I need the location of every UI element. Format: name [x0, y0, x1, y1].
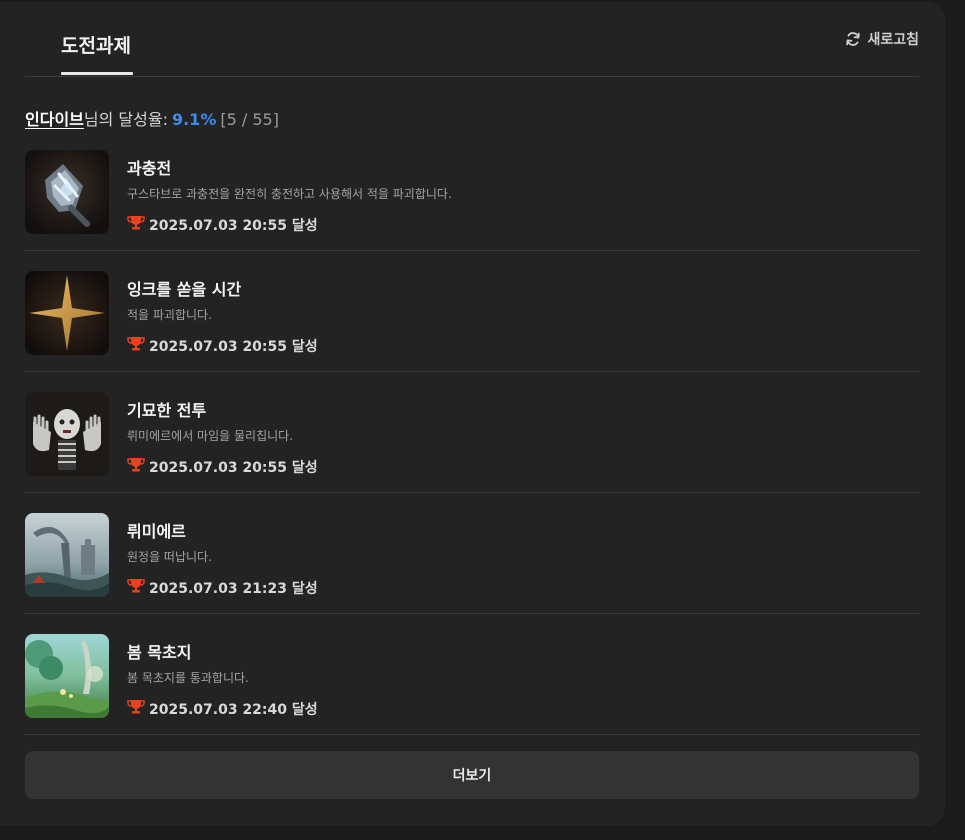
achievement-summary: 인다이브 님의 달성율: 9.1% [5 / 55] — [25, 106, 279, 130]
tab-achievements[interactable]: 도전과제 — [61, 31, 131, 58]
achievement-item: 잉크를 쏟을 시간 적을 파괴합니다. 2025.07.03 20:55 달성 — [25, 251, 919, 372]
trophy-icon — [127, 336, 145, 356]
achievement-date: 2025.07.03 22:40 달성 — [127, 699, 318, 719]
achievement-date: 2025.07.03 21:23 달성 — [127, 578, 318, 598]
refresh-icon — [845, 31, 861, 47]
achievement-title: 봄 목초지 — [127, 643, 192, 662]
achievement-date-label: 2025.07.03 22:40 달성 — [149, 702, 318, 718]
refresh-button[interactable]: 새로고침 — [845, 29, 919, 49]
summary-label: 님의 달성율: — [83, 110, 168, 129]
achievement-description: 봄 목초지를 통과합니다. — [127, 671, 249, 685]
achievement-title: 잉크를 쏟을 시간 — [127, 280, 242, 299]
achievement-item: 봄 목초지 봄 목초지를 통과합니다. 2025.07.03 22:40 달성 — [25, 614, 919, 735]
achievement-description: 뤼미에르에서 마임을 물리칩니다. — [127, 429, 294, 443]
achievement-item: 과충전 구스타브로 과충전을 완전히 충전하고 사용해서 적을 파괴합니다. 2… — [25, 130, 919, 251]
achievement-title: 뤼미에르 — [127, 522, 186, 541]
lumiere-city-icon — [25, 513, 109, 597]
panel-header: 도전과제 새로고침 — [25, 2, 919, 77]
achievement-item: 기묘한 전투 뤼미에르에서 마임을 물리칩니다. 2025.07.03 20:5… — [25, 372, 919, 493]
achievement-date-label: 2025.07.03 20:55 달성 — [149, 218, 318, 234]
achievement-description: 적을 파괴합니다. — [127, 308, 212, 322]
mime-icon — [25, 392, 109, 476]
achievement-date: 2025.07.03 20:55 달성 — [127, 457, 318, 477]
achievement-date: 2025.07.03 20:55 달성 — [127, 336, 318, 356]
achievement-title: 기묘한 전투 — [127, 401, 207, 420]
tab-active-indicator — [61, 72, 133, 75]
achievement-date-label: 2025.07.03 20:55 달성 — [149, 460, 318, 476]
achievement-date-label: 2025.07.03 20:55 달성 — [149, 339, 318, 355]
trophy-icon — [127, 699, 145, 719]
achievement-list: 과충전 구스타브로 과충전을 완전히 충전하고 사용해서 적을 파괴합니다. 2… — [25, 130, 919, 735]
achievement-description: 구스타브로 과충전을 완전히 충전하고 사용해서 적을 파괴합니다. — [127, 187, 452, 201]
glove-gauntlet-icon — [25, 150, 109, 234]
user-name-link[interactable]: 인다이브 — [25, 106, 84, 130]
achievement-count: [5 / 55] — [220, 110, 279, 129]
trophy-icon — [127, 578, 145, 598]
spring-meadow-icon — [25, 634, 109, 718]
more-button[interactable]: 더보기 — [25, 751, 919, 799]
gold-star-icon — [25, 271, 109, 355]
trophy-icon — [127, 457, 145, 477]
refresh-label: 새로고침 — [867, 32, 919, 48]
achievement-rate: 9.1% — [171, 110, 217, 129]
trophy-icon — [127, 215, 145, 235]
achievement-item: 뤼미에르 원정을 떠납니다. 2025.07.03 21:23 달성 — [25, 493, 919, 614]
achievement-date: 2025.07.03 20:55 달성 — [127, 215, 452, 235]
achievement-title: 과충전 — [127, 159, 172, 178]
achievement-description: 원정을 떠납니다. — [127, 550, 212, 564]
achievements-panel: 도전과제 새로고침 인다이브 님의 달성율: 9.1% [5 / 55] 과충전… — [0, 2, 945, 826]
achievement-date-label: 2025.07.03 21:23 달성 — [149, 581, 318, 597]
